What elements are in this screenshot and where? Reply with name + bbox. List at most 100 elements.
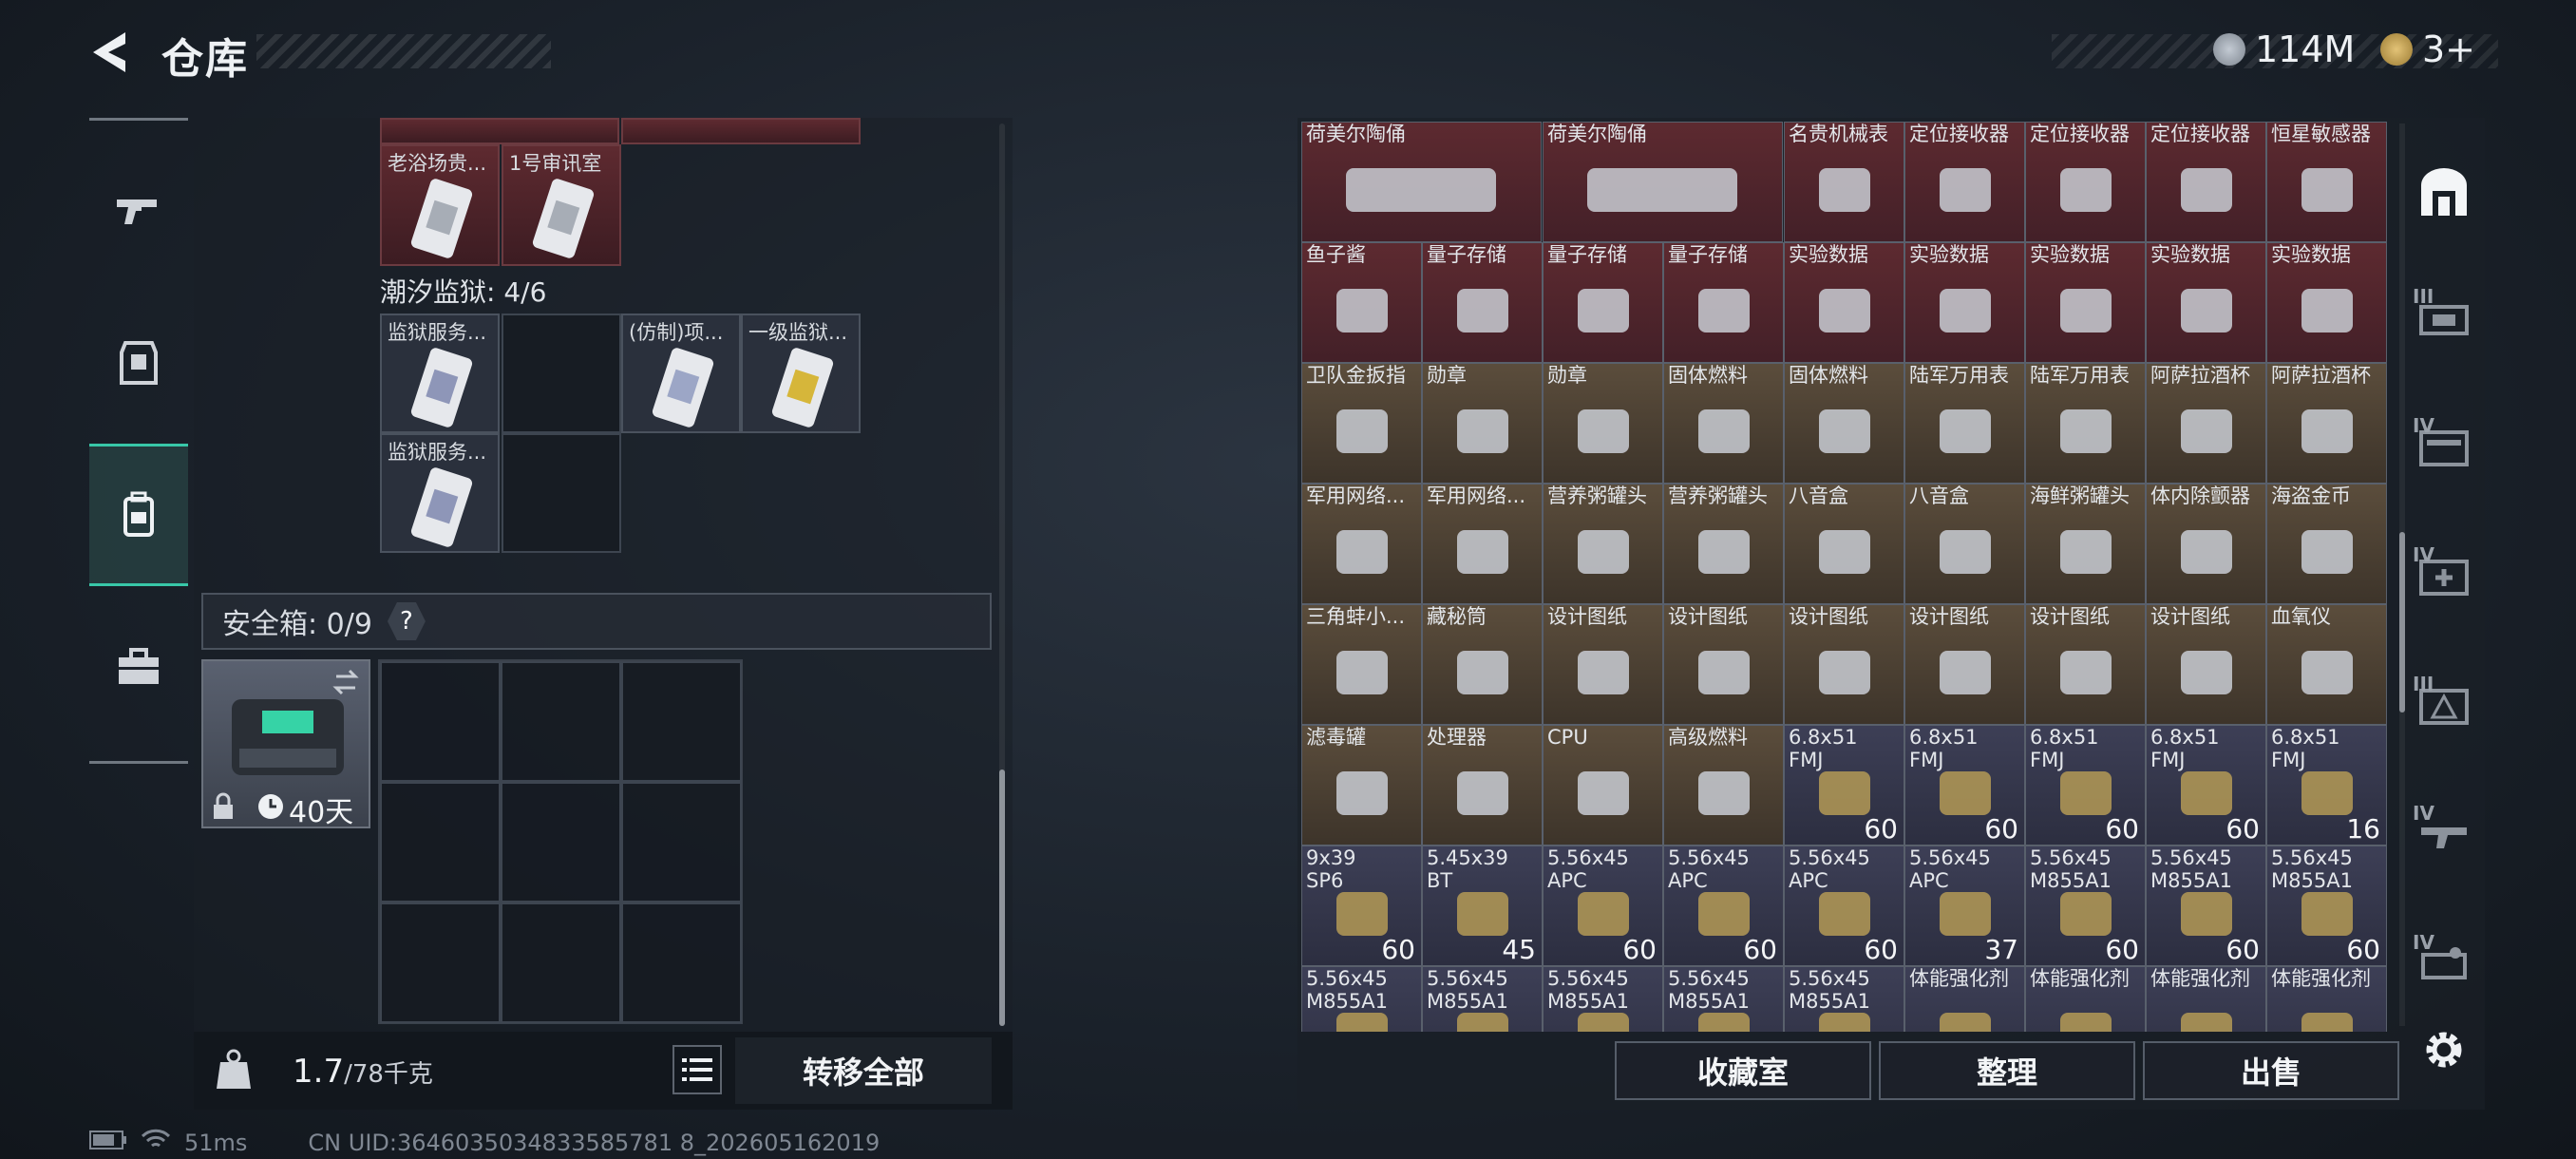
inventory-item[interactable]: 设计图纸 <box>2146 604 2266 725</box>
key-card[interactable]: 监狱服务... <box>380 433 500 553</box>
inventory-item[interactable]: 荷美尔陶俑 <box>1301 122 1542 242</box>
tab-storage-3[interactable]: III <box>2413 285 2475 348</box>
inventory-item[interactable]: 体能强化剂 <box>2266 966 2387 1032</box>
inventory-item[interactable]: 5.56x45 M855A1 <box>1784 966 1904 1032</box>
inventory-item[interactable]: 鱼子酱 <box>1301 242 1422 363</box>
inventory-item[interactable]: 量子存储 <box>1543 242 1663 363</box>
empty-slot[interactable] <box>501 782 621 902</box>
inventory-item[interactable]: 5.56x45 M855A1 <box>1543 966 1663 1032</box>
tab-storage-4-ammo[interactable]: IV <box>2413 931 2475 994</box>
back-button[interactable] <box>87 28 135 76</box>
transfer-all-button[interactable]: 转移全部 <box>735 1037 992 1104</box>
inventory-item[interactable]: 6.8x51 FMJ 16 <box>2266 725 2387 846</box>
tab-storage-3-warning[interactable]: III <box>2413 673 2475 735</box>
inventory-item[interactable]: 阿萨拉酒杯 <box>2266 363 2387 484</box>
inventory-item[interactable]: 量子存储 <box>1422 242 1543 363</box>
inventory-item[interactable]: 陆军万用表 <box>2025 363 2146 484</box>
inventory-item[interactable]: 5.56x45 APC 60 <box>1663 846 1784 966</box>
inventory-item[interactable]: 6.8x51 FMJ 60 <box>1904 725 2025 846</box>
inventory-item[interactable]: 固体燃料 <box>1784 363 1904 484</box>
nav-toolbox[interactable] <box>89 596 188 738</box>
cutoff-item[interactable] <box>621 118 861 144</box>
tab-vault[interactable] <box>2413 160 2475 222</box>
nav-backpack[interactable] <box>89 444 188 586</box>
inventory-item[interactable]: 设计图纸 <box>1663 604 1784 725</box>
safebox-slot[interactable]: 40天 <box>201 659 370 829</box>
warehouse-scroll-thumb[interactable] <box>2399 532 2405 712</box>
inventory-item[interactable]: 设计图纸 <box>1904 604 2025 725</box>
inventory-item[interactable]: 5.56x45 APC 37 <box>1904 846 2025 966</box>
inventory-item[interactable]: 处理器 <box>1422 725 1543 846</box>
inventory-item[interactable]: 藏秘筒 <box>1422 604 1543 725</box>
nav-weapons[interactable] <box>89 140 188 282</box>
inventory-item[interactable]: 体能强化剂 <box>2146 966 2266 1032</box>
inventory-item[interactable]: CPU <box>1543 725 1663 846</box>
key-card[interactable]: 老浴场贵... <box>380 144 500 266</box>
inventory-item[interactable]: 6.8x51 FMJ 60 <box>2146 725 2266 846</box>
inventory-item[interactable]: 军用网络... <box>1422 484 1543 604</box>
inventory-item[interactable]: 卫队金扳指 <box>1301 363 1422 484</box>
inventory-item[interactable]: 名贵机械表 <box>1784 122 1904 242</box>
key-card[interactable]: 1号审讯室 <box>502 144 621 266</box>
inventory-item[interactable]: 定位接收器 <box>2146 122 2266 242</box>
inventory-item[interactable]: 八音盒 <box>1784 484 1904 604</box>
settings-button[interactable] <box>2413 1018 2475 1081</box>
inventory-item[interactable]: 实验数据 <box>1784 242 1904 363</box>
inventory-item[interactable]: 实验数据 <box>2146 242 2266 363</box>
inventory-item[interactable]: 荷美尔陶俑 <box>1543 122 1783 242</box>
inventory-item[interactable]: 滤毒罐 <box>1301 725 1422 846</box>
inventory-item[interactable]: 海盗金币 <box>2266 484 2387 604</box>
tab-storage-4-medical[interactable]: IV <box>2413 543 2475 606</box>
sort-button[interactable]: 整理 <box>1879 1041 2135 1100</box>
key-card[interactable]: (仿制)项... <box>621 314 741 433</box>
tab-storage-4[interactable]: IV <box>2413 414 2475 477</box>
inventory-item[interactable]: 三角蚌小... <box>1301 604 1422 725</box>
help-icon[interactable]: ? <box>387 602 426 640</box>
inventory-item[interactable]: 实验数据 <box>2266 242 2387 363</box>
nav-armor[interactable] <box>89 292 188 434</box>
inventory-item[interactable]: 实验数据 <box>2025 242 2146 363</box>
inventory-item[interactable]: 高级燃料 <box>1663 725 1784 846</box>
inventory-item[interactable]: 勋章 <box>1422 363 1543 484</box>
inventory-item[interactable]: 定位接收器 <box>1904 122 2025 242</box>
tab-storage-4-gun[interactable]: IV <box>2413 802 2475 864</box>
inventory-item[interactable]: 血氧仪 <box>2266 604 2387 725</box>
inventory-item[interactable]: 5.56x45 APC 60 <box>1543 846 1663 966</box>
key-card[interactable]: 一级监狱... <box>741 314 861 433</box>
inventory-item[interactable]: 陆军万用表 <box>1904 363 2025 484</box>
inventory-item[interactable]: 5.56x45 M855A1 60 <box>2025 846 2146 966</box>
inventory-item[interactable]: 9x39 SP6 60 <box>1301 846 1422 966</box>
inventory-item[interactable]: 设计图纸 <box>1784 604 1904 725</box>
empty-slot[interactable] <box>380 782 501 902</box>
inventory-item[interactable]: 设计图纸 <box>1543 604 1663 725</box>
empty-slot[interactable] <box>621 661 742 782</box>
inventory-item[interactable]: 5.56x45 M855A1 <box>1663 966 1784 1032</box>
inventory-item[interactable]: 勋章 <box>1543 363 1663 484</box>
inventory-item[interactable]: 营养粥罐头 <box>1663 484 1784 604</box>
empty-slot[interactable] <box>501 902 621 1023</box>
inventory-item[interactable]: 八音盒 <box>1904 484 2025 604</box>
inventory-item[interactable]: 恒星敏感器 <box>2266 122 2387 242</box>
inventory-item[interactable]: 5.45x39 BT 45 <box>1422 846 1543 966</box>
inventory-item[interactable]: 5.56x45 M855A1 60 <box>2266 846 2387 966</box>
cutoff-item[interactable] <box>380 118 619 144</box>
inventory-item[interactable]: 体能强化剂 <box>1904 966 2025 1032</box>
inventory-item[interactable]: 量子存储 <box>1663 242 1784 363</box>
inventory-item[interactable]: 固体燃料 <box>1663 363 1784 484</box>
inventory-item[interactable]: 阿萨拉酒杯 <box>2146 363 2266 484</box>
key-card[interactable]: 监狱服务... <box>380 314 500 433</box>
inventory-item[interactable]: 5.56x45 M855A1 60 <box>2146 846 2266 966</box>
inventory-item[interactable]: 军用网络... <box>1301 484 1422 604</box>
empty-slot[interactable] <box>502 314 621 433</box>
inventory-item[interactable]: 实验数据 <box>1904 242 2025 363</box>
collection-room-button[interactable]: 收藏室 <box>1615 1041 1871 1100</box>
inventory-item[interactable]: 5.56x45 M855A1 <box>1422 966 1543 1032</box>
inventory-item[interactable]: 6.8x51 FMJ 60 <box>2025 725 2146 846</box>
empty-slot[interactable] <box>502 433 621 553</box>
sell-button[interactable]: 出售 <box>2143 1041 2399 1100</box>
inventory-item[interactable]: 海鲜粥罐头 <box>2025 484 2146 604</box>
empty-slot[interactable] <box>621 902 742 1023</box>
inventory-item[interactable]: 5.56x45 APC 60 <box>1784 846 1904 966</box>
list-view-button[interactable] <box>672 1045 722 1094</box>
inventory-item[interactable]: 体能强化剂 <box>2025 966 2146 1032</box>
